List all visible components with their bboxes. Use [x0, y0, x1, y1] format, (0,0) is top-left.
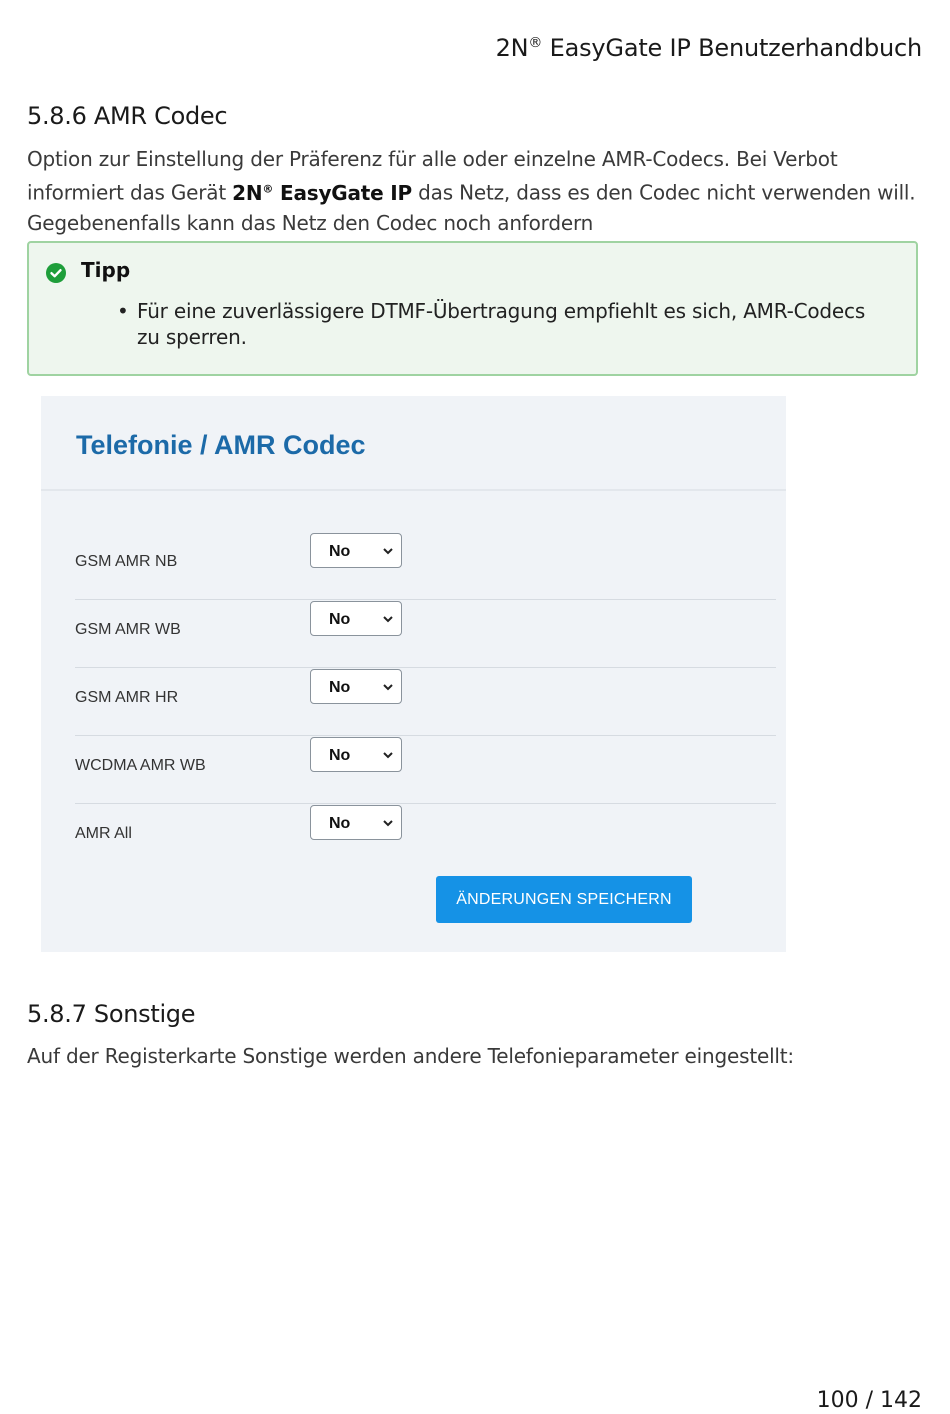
tip-item: Für eine zuverlässigere DTMF-Übertragung… — [117, 298, 877, 350]
chevron-down-icon — [383, 616, 393, 623]
setting-row-gsm-amr-nb: GSM AMR NB No — [75, 531, 776, 600]
registered-mark: ® — [528, 35, 543, 51]
setting-row-gsm-amr-wb: GSM AMR WB No — [75, 599, 776, 668]
amr-description: Option zur Einstellung der Präferenz für… — [27, 144, 917, 238]
other-description: Auf der Registerkarte Sonstige werden an… — [27, 1044, 794, 1068]
chevron-down-icon — [383, 684, 393, 691]
setting-row-gsm-amr-hr: GSM AMR HR No — [75, 667, 776, 736]
select-value: No — [329, 679, 351, 696]
select-value: No — [329, 815, 351, 832]
document-header: 2N® EasyGate IP Benutzerhandbuch — [495, 34, 923, 62]
panel-header: Telefonie / AMR Codec — [41, 396, 786, 491]
gsm-amr-hr-select[interactable]: No — [310, 669, 402, 704]
amr-all-select[interactable]: No — [310, 805, 402, 840]
check-circle-icon — [46, 263, 66, 283]
select-value: No — [329, 747, 351, 764]
select-value: No — [329, 611, 351, 628]
chevron-down-icon — [383, 752, 393, 759]
setting-row-amr-all: AMR All No — [75, 803, 776, 871]
setting-label: WCDMA AMR WB — [75, 757, 206, 774]
tip-list: Für eine zuverlässigere DTMF-Übertragung… — [117, 298, 877, 350]
product-brand: 2N® EasyGate IP — [232, 180, 412, 205]
page-number: 100 / 142 — [816, 1388, 922, 1413]
product-registered-mark: ® — [262, 182, 274, 195]
section-title-other: 5.8.7 Sonstige — [27, 1000, 196, 1028]
manual-title: EasyGate IP Benutzerhandbuch — [549, 34, 923, 62]
tip-title: Tipp — [81, 258, 131, 282]
wcdma-amr-wb-select[interactable]: No — [310, 737, 402, 772]
save-changes-button[interactable]: ÄNDERUNGEN SPEICHERN — [436, 876, 692, 923]
brand-name: 2N — [495, 34, 529, 62]
setting-label: GSM AMR HR — [75, 689, 179, 706]
product-name: EasyGate IP — [273, 180, 412, 205]
gsm-amr-nb-select[interactable]: No — [310, 533, 402, 568]
tip-box: Tipp Für eine zuverlässigere DTMF-Übertr… — [27, 241, 918, 376]
panel-title: Telefonie / AMR Codec — [76, 430, 366, 460]
setting-label: GSM AMR NB — [75, 553, 178, 570]
amr-codec-settings-panel: Telefonie / AMR Codec GSM AMR NB No GSM … — [41, 396, 786, 952]
setting-label: AMR All — [75, 825, 132, 842]
setting-label: GSM AMR WB — [75, 621, 181, 638]
section-title-amr-codec: 5.8.6 AMR Codec — [27, 102, 228, 130]
setting-row-wcdma-amr-wb: WCDMA AMR WB No — [75, 735, 776, 804]
chevron-down-icon — [383, 548, 393, 555]
select-value: No — [329, 543, 351, 560]
chevron-down-icon — [383, 820, 393, 827]
gsm-amr-wb-select[interactable]: No — [310, 601, 402, 636]
